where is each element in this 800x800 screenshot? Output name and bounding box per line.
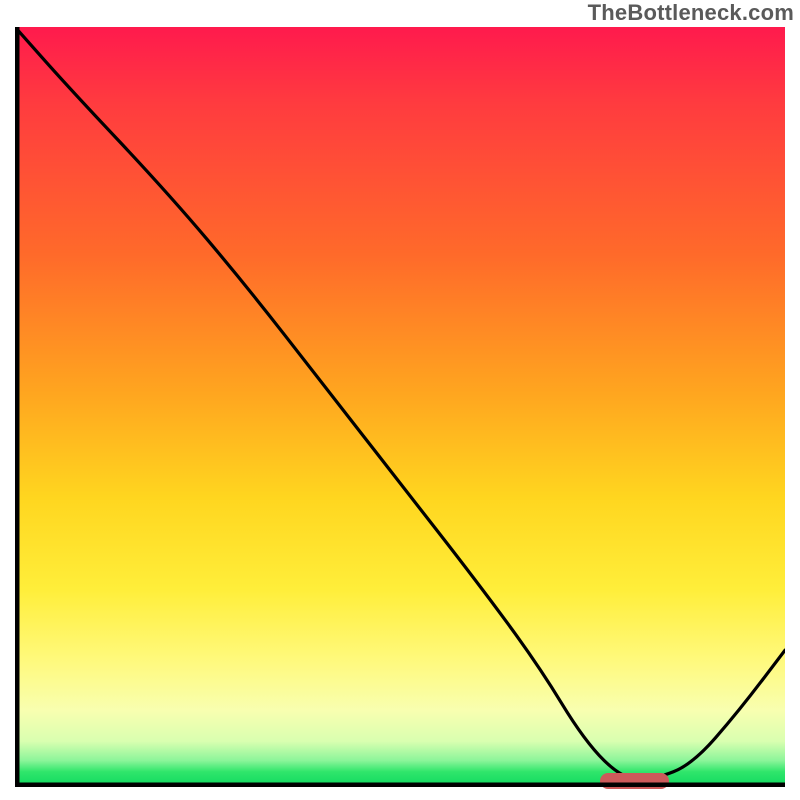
plot-area xyxy=(15,27,785,787)
watermark-text: TheBottleneck.com xyxy=(588,0,794,26)
gradient-background xyxy=(15,27,785,787)
chart-root: TheBottleneck.com xyxy=(0,0,800,800)
